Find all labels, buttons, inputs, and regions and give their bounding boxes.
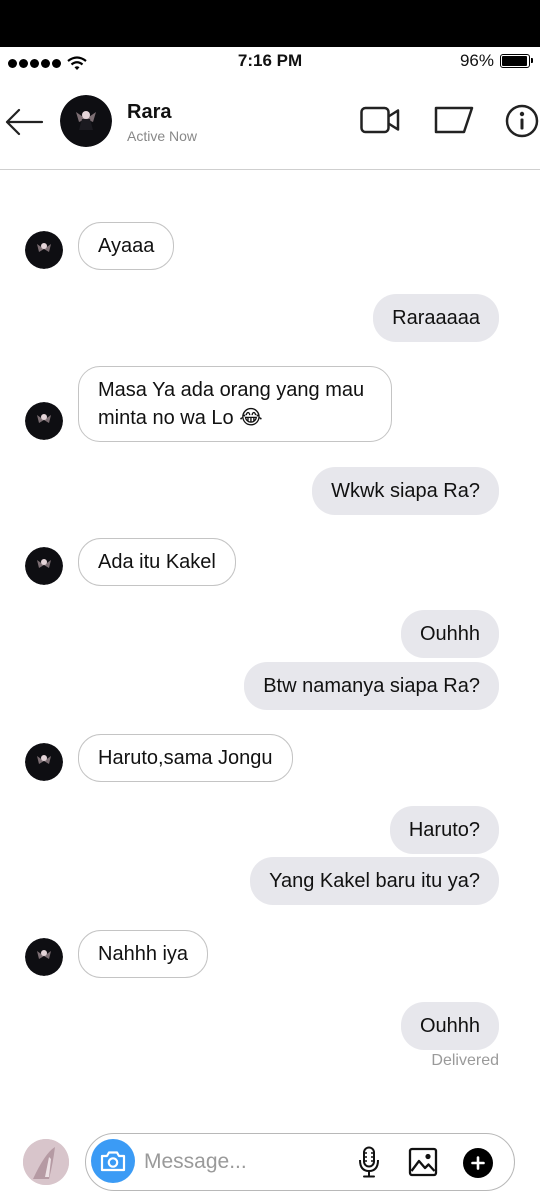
message-bubble-incoming[interactable]: Ayaaa [78,222,175,270]
contact-active-status: Active Now [127,128,198,144]
camera-icon [100,1151,126,1172]
message-bubble-outgoing[interactable]: Ouhhh [400,1002,499,1050]
video-call-icon[interactable] [360,105,400,135]
plus-icon [471,1156,485,1170]
contact-avatar-small [25,547,63,585]
avatar-image [25,547,63,585]
contact-name[interactable]: Rara [127,101,171,124]
battery-fill [502,56,527,66]
avatar-image [25,743,63,781]
message-bubble-outgoing[interactable]: Btw namanya siapa Ra? [244,662,499,710]
battery-icon [500,54,533,68]
contact-avatar-small [25,743,63,781]
info-icon[interactable] [505,104,539,138]
message-bubble-outgoing[interactable]: Haruto? [389,806,499,854]
back-arrow-icon[interactable] [4,107,44,137]
contact-avatar-small [25,231,63,269]
message-bubble-incoming[interactable]: Haruto,sama Jongu [78,734,293,782]
message-bubble-outgoing[interactable]: Wkwk siapa Ra? [312,467,499,515]
avatar-image [25,938,63,976]
chat-header: Rara Active Now [0,77,540,170]
message-bubble-incoming[interactable]: Ada itu Kakel [78,538,236,586]
message-bubble-incoming[interactable]: Nahhh iya [78,930,209,978]
message-input[interactable] [144,1148,344,1176]
delivery-receipt: Delivered [431,1052,499,1069]
message-composer [0,1126,540,1200]
avatar-image [25,402,63,440]
top-black-bar [0,0,540,47]
add-button[interactable] [463,1148,493,1178]
message-bubble-incoming[interactable]: Masa Ya ada orang yang mau minta no wa L… [78,366,392,442]
battery-status: 96% [459,51,533,71]
microphone-icon[interactable] [358,1146,380,1178]
message-bubble-outgoing[interactable]: Ouhhh [400,610,499,658]
my-avatar-image [23,1139,69,1185]
contact-avatar-small [25,938,63,976]
contact-avatar-small [25,402,63,440]
message-bubble-outgoing[interactable]: Yang Kakel baru itu ya? [250,857,499,905]
contact-avatar[interactable] [60,95,112,147]
status-bar: 7:16 PM 96% [0,47,540,77]
avatar-image [25,231,63,269]
my-avatar[interactable] [23,1139,69,1185]
battery-percent: 96% [459,51,494,70]
gallery-icon[interactable] [408,1147,438,1177]
message-bubble-outgoing[interactable]: Raraaaaa [373,294,499,342]
camera-button[interactable] [91,1139,135,1183]
message-input-pill [85,1133,515,1191]
flag-icon[interactable] [434,105,474,135]
